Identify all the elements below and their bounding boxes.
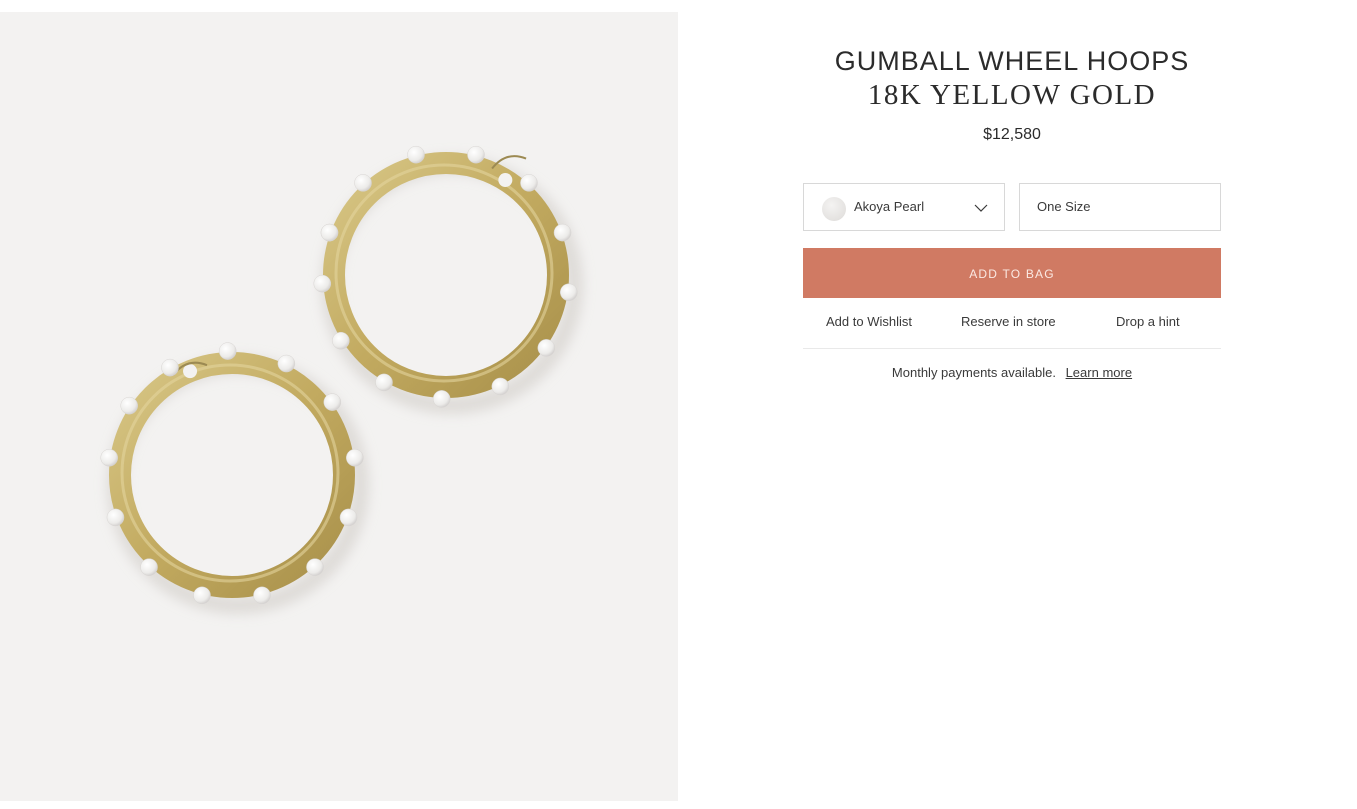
pearl-swatch-icon: [822, 197, 846, 221]
top-bar: [0, 0, 1357, 12]
pearl: [277, 354, 296, 373]
chevron-down-icon: [974, 204, 988, 212]
pearl: [253, 586, 271, 605]
pearl: [537, 339, 556, 357]
pearl: [140, 558, 158, 576]
pearl: [553, 223, 572, 242]
reserve-in-store-link[interactable]: Reserve in store: [961, 314, 1056, 329]
pearl: [106, 508, 125, 527]
pearl: [320, 223, 339, 242]
pearl: [161, 358, 179, 377]
pearl: [100, 448, 118, 467]
secondary-actions: Add to Wishlist Reserve in store Drop a …: [803, 298, 1221, 349]
pearl: [491, 377, 510, 396]
pearl: [354, 174, 372, 192]
pearl: [120, 396, 138, 415]
pearl: [407, 145, 425, 164]
product-material: 18K YELLOW GOLD: [867, 79, 1157, 111]
size-select-value: One Size: [1037, 199, 1091, 214]
pearl: [520, 174, 538, 192]
product-title: GUMBALL WHEEL HOOPS: [834, 46, 1190, 76]
size-select[interactable]: One Size: [1019, 183, 1221, 231]
product-image[interactable]: [0, 12, 678, 801]
drop-a-hint-link[interactable]: Drop a hint: [1116, 314, 1180, 329]
product-price: $12,580: [983, 126, 1041, 143]
pearl: [218, 342, 237, 360]
hoop-gap: [183, 364, 198, 379]
pearl: [323, 393, 342, 411]
pearl: [560, 283, 578, 302]
hoop-highlight: [120, 363, 340, 583]
payments-text: Monthly payments available.: [891, 365, 1056, 380]
stone-select[interactable]: Akoya Pearl: [803, 183, 1005, 231]
pearl: [432, 390, 451, 408]
add-to-bag-button[interactable]: ADD TO BAG: [803, 248, 1221, 298]
pearl: [339, 508, 358, 527]
payments-notice: Monthly payments available. Learn more: [803, 365, 1221, 380]
pearl: [467, 145, 485, 164]
pearl: [193, 586, 211, 605]
pearl: [313, 274, 332, 293]
pearl: [375, 373, 393, 392]
pearl: [346, 448, 364, 467]
hoop-highlight: [334, 163, 554, 383]
add-to-wishlist-link[interactable]: Add to Wishlist: [826, 314, 912, 329]
pearl: [306, 558, 324, 576]
learn-more-link[interactable]: Learn more: [1066, 365, 1132, 380]
stone-select-value: Akoya Pearl: [854, 199, 925, 214]
earrings-illustration: [100, 145, 583, 614]
hoop-gap: [498, 173, 513, 188]
pearl: [332, 331, 350, 350]
